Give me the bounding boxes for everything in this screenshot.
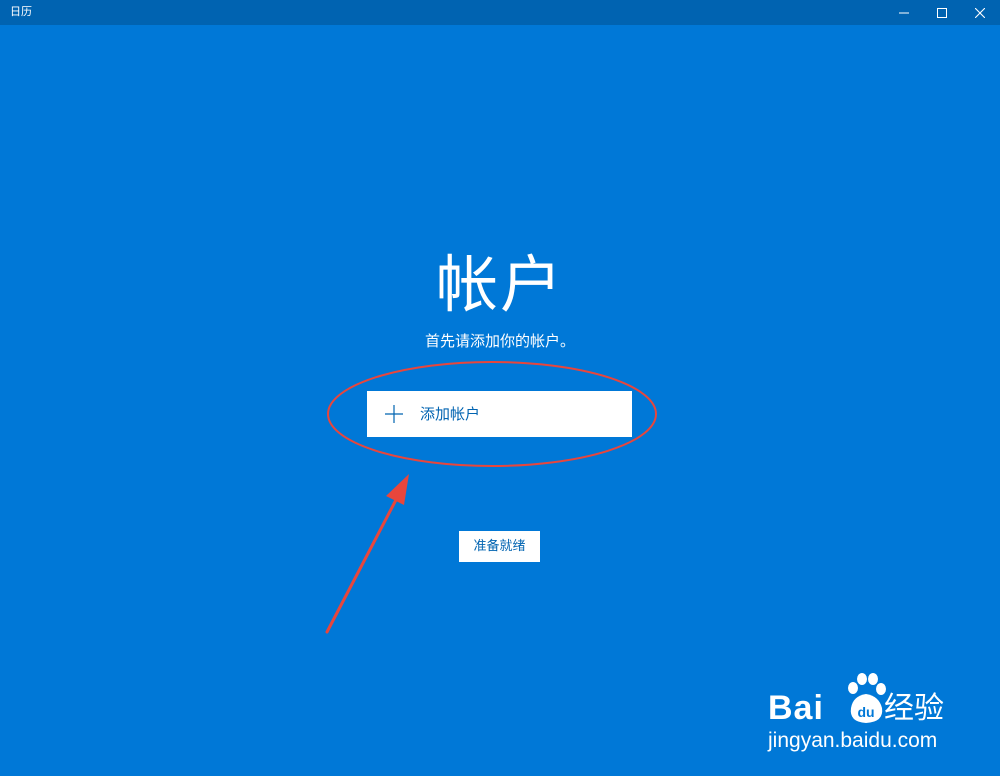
page-subtitle: 首先请添加你的帐户。: [424, 332, 575, 350]
arrow-icon: [325, 474, 409, 634]
plus-icon: [385, 405, 403, 423]
title-bar: 日历: [0, 0, 1000, 25]
close-icon: [975, 7, 985, 18]
maximize-button[interactable]: [923, 0, 961, 25]
add-account-label: 添加帐户: [420, 405, 481, 423]
watermark-bai-text: Bai: [768, 689, 824, 727]
svg-text:du: du: [857, 704, 874, 720]
window-title: 日历: [10, 5, 32, 18]
baidu-paw-logo-icon: du: [848, 673, 886, 723]
minimize-button[interactable]: [885, 0, 923, 25]
calendar-app-window: 日历 帐户 首先请添加你的帐户。 添加帐户 准备就绪 Bai du 经验 jin…: [0, 0, 1000, 776]
minimize-icon: [899, 12, 909, 13]
baidu-jingyan-watermark: Bai du 经验 jingyan.baidu.com: [768, 668, 988, 758]
watermark-jingyan-text: 经验: [884, 691, 944, 726]
red-annotation-overlay: [325, 361, 657, 634]
maximize-icon: [937, 7, 947, 18]
page-title: 帐户: [435, 248, 564, 321]
add-account-button[interactable]: 添加帐户: [367, 391, 632, 437]
watermark-domain-text: jingyan.baidu.com: [768, 729, 938, 752]
ready-button[interactable]: 准备就绪: [459, 531, 540, 562]
close-button[interactable]: [961, 0, 999, 25]
